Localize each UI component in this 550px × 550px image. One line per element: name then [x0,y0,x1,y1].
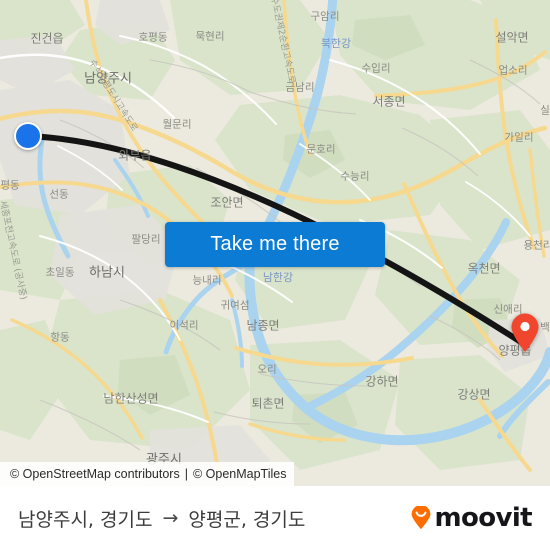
moovit-wordmark: moovit [434,503,532,533]
moovit-pin-icon [412,506,431,530]
route-origin-label: 남양주시, 경기도 [18,508,153,531]
map-attribution: © OpenStreetMap contributors | © OpenMap… [0,462,295,486]
map-share-card: 진건읍 호평동 묵현리 구암리 설악면 남양주시 수입리 업소리 금남리 북한강 월문리 서종면 실 와부… [0,0,550,550]
map-canvas[interactable]: 진건읍 호평동 묵현리 구암리 설악면 남양주시 수입리 업소리 금남리 북한강 월문리 서종면 실 와부… [0,0,550,486]
arrow-right-icon: → [162,506,179,529]
attribution-separator: | [184,467,188,481]
route-destination-label: 양평군, 경기도 [188,508,306,531]
map-pin-icon [511,313,539,352]
moovit-logo[interactable]: moovit [410,503,533,533]
destination-marker[interactable] [510,313,540,353]
attribution-osm[interactable]: © OpenStreetMap contributors [10,467,180,481]
route-summary: 남양주시, 경기도 → 양평군, 경기도 [18,505,305,532]
take-me-there-button[interactable]: Take me there [165,222,385,267]
attribution-openmaptiles[interactable]: © OpenMapTiles [193,467,287,481]
footer-bar: 남양주시, 경기도 → 양평군, 경기도 moovit [0,486,550,550]
origin-marker[interactable] [14,122,42,150]
